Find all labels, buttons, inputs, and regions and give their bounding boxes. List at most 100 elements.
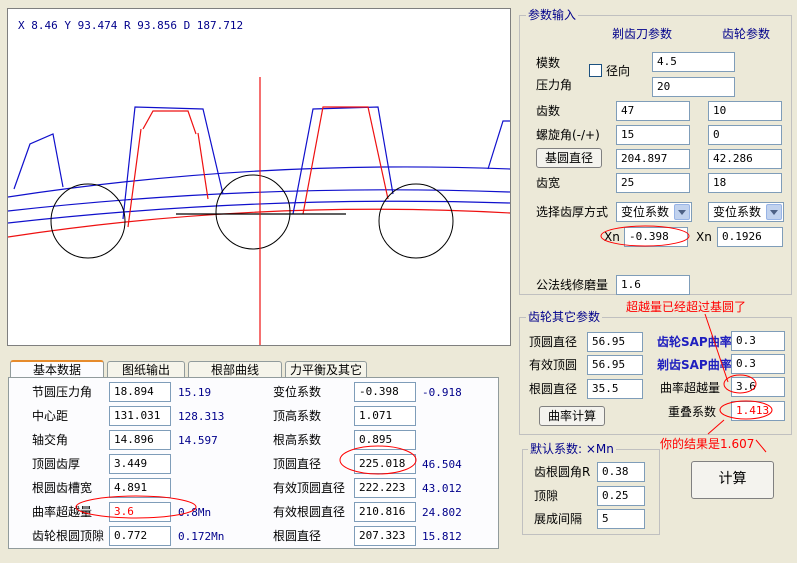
xn-cutter-field[interactable]: -0.398 bbox=[624, 227, 688, 247]
base-gear-field[interactable]: 42.286 bbox=[708, 149, 782, 169]
center-distance-label: 中心距 bbox=[32, 409, 69, 423]
annotation-tick-line bbox=[755, 439, 767, 453]
width-cutter-field[interactable]: 25 bbox=[616, 173, 690, 193]
tab-basic-data[interactable]: 基本数据 bbox=[10, 360, 104, 378]
base-diameter-button[interactable]: 基圆直径 bbox=[536, 148, 602, 168]
eff-tip-diameter-extra: 43.012 bbox=[422, 482, 462, 495]
eff-tip-diameter-field[interactable]: 222.223 bbox=[354, 478, 416, 498]
shaft-angle-extra: 14.597 bbox=[178, 434, 218, 447]
overlap-field[interactable]: 1.413 bbox=[731, 401, 785, 421]
thickness-cutter-select[interactable]: 变位系数 bbox=[616, 202, 692, 222]
root-fillet-label: 齿根圆角R bbox=[534, 465, 591, 479]
thickness-gear-select[interactable]: 变位系数 bbox=[708, 202, 784, 222]
center-distance-field[interactable]: 131.031 bbox=[109, 406, 171, 426]
overlap-label: 重叠系数 bbox=[668, 405, 717, 419]
overtravel-field[interactable]: 3.6 bbox=[731, 377, 785, 397]
gear-circle-right bbox=[378, 183, 454, 259]
tooth-center-left bbox=[122, 106, 224, 220]
curv-over-extra: 0.8Mn bbox=[178, 506, 212, 519]
defaults-title: 默认系数: ×Mn bbox=[528, 442, 616, 456]
gear-drawing-canvas[interactable]: X 8.46 Y 93.474 R 93.856 D 187.712 bbox=[7, 8, 511, 346]
chevron-down-icon[interactable] bbox=[674, 204, 690, 220]
width-gear-field[interactable]: 18 bbox=[708, 173, 782, 193]
teeth-label: 齿数 bbox=[536, 104, 561, 118]
pitch-pressure-field[interactable]: 18.894 bbox=[109, 382, 171, 402]
xn-cutter-label: Xn bbox=[604, 230, 620, 244]
shift-coef-label: 变位系数 bbox=[273, 385, 322, 399]
shift-coef-field[interactable]: -0.398 bbox=[354, 382, 416, 402]
root-clearance-field[interactable]: 0.772 bbox=[109, 526, 171, 546]
addendum-coef-field[interactable]: 1.071 bbox=[354, 406, 416, 426]
tooth-center-left-red bbox=[142, 110, 197, 135]
shaft-angle-label: 轴交角 bbox=[32, 433, 69, 447]
gear-sap-label: 齿轮SAP曲率 bbox=[657, 335, 732, 349]
tip-dia-label: 顶圆直径 bbox=[529, 335, 578, 349]
tab-force-balance[interactable]: 力平衡及其它 bbox=[285, 361, 367, 378]
root-diameter-label: 根圆直径 bbox=[273, 529, 322, 543]
pressure-angle-field[interactable]: 20 bbox=[652, 77, 735, 97]
calculate-button[interactable]: 计算 bbox=[691, 461, 774, 499]
gear-sap-field[interactable]: 0.3 bbox=[731, 331, 785, 351]
helix-gear-field[interactable]: 0 bbox=[708, 125, 782, 145]
dedendum-coef-field[interactable]: 0.895 bbox=[354, 430, 416, 450]
gear-mesh-plot bbox=[8, 77, 510, 345]
shaft-angle-field[interactable]: 14.896 bbox=[109, 430, 171, 450]
base-cutter-field[interactable]: 204.897 bbox=[616, 149, 690, 169]
radial-checkbox[interactable] bbox=[589, 64, 602, 77]
overtravel-label: 曲率超越量 bbox=[660, 381, 721, 395]
tab-root-curve[interactable]: 根部曲线 bbox=[188, 361, 282, 378]
tip-diameter-extra: 46.504 bbox=[422, 458, 462, 471]
root-dia-field[interactable]: 35.5 bbox=[587, 379, 643, 399]
curv-over-label: 曲率超越量 bbox=[32, 505, 93, 519]
pitch-pressure-extra: 15.19 bbox=[178, 386, 212, 399]
tab-drawing-output[interactable]: 图纸输出 bbox=[107, 361, 185, 378]
params-input-title: 参数输入 bbox=[526, 8, 579, 22]
eff-root-diameter-label: 有效根圆直径 bbox=[273, 505, 346, 519]
tip-diameter-label: 顶圆直径 bbox=[273, 457, 322, 471]
teeth-gear-field[interactable]: 10 bbox=[708, 101, 782, 121]
root-slot-field[interactable]: 4.891 bbox=[109, 478, 171, 498]
eff-root-diameter-field[interactable]: 210.816 bbox=[354, 502, 416, 522]
cutter-pitch-arc bbox=[8, 189, 510, 212]
root-dia-label: 根圆直径 bbox=[529, 382, 578, 396]
tip-diameter-field[interactable]: 225.018 bbox=[354, 454, 416, 474]
shift-coef-extra: -0.918 bbox=[422, 386, 462, 399]
coord-readout: X 8.46 Y 93.474 R 93.856 D 187.712 bbox=[18, 19, 244, 32]
center-distance-extra: 128.313 bbox=[178, 410, 225, 423]
root-fillet-field[interactable]: 0.38 bbox=[597, 462, 645, 482]
tip-dia-field[interactable]: 56.95 bbox=[587, 332, 643, 352]
tip-thickness-field[interactable]: 3.449 bbox=[109, 454, 171, 474]
curv-over-field[interactable]: 3.6 bbox=[109, 502, 171, 522]
xn-gear-field[interactable]: 0.1926 bbox=[717, 227, 783, 247]
thickness-gear-value: 变位系数 bbox=[713, 205, 762, 219]
gen-gap-field[interactable]: 5 bbox=[597, 509, 645, 529]
radial-label: 径向 bbox=[606, 64, 631, 78]
root-diameter-field[interactable]: 207.323 bbox=[354, 526, 416, 546]
col-cutter-header: 剃齿刀参数 bbox=[612, 27, 673, 41]
gear-circle-left bbox=[50, 183, 126, 259]
cutter-sap-field[interactable]: 0.3 bbox=[731, 354, 785, 374]
eff-tip-field[interactable]: 56.95 bbox=[587, 355, 643, 375]
normal-grind-field[interactable]: 1.6 bbox=[616, 275, 690, 295]
tip-thickness-label: 顶圆齿厚 bbox=[32, 457, 81, 471]
pressure-angle-label: 压力角 bbox=[536, 78, 573, 92]
gear-other-title: 齿轮其它参数 bbox=[526, 310, 603, 324]
chevron-down-icon[interactable] bbox=[766, 204, 782, 220]
curvature-calc-button[interactable]: 曲率计算 bbox=[539, 406, 605, 426]
module-field[interactable]: 4.5 bbox=[652, 52, 735, 72]
root-clearance-label: 齿轮根圆顶隙 bbox=[32, 529, 105, 543]
helix-cutter-field[interactable]: 15 bbox=[616, 125, 690, 145]
root-diameter-extra: 15.812 bbox=[422, 530, 462, 543]
tooth-left bbox=[13, 133, 64, 190]
xn-gear-label: Xn bbox=[696, 230, 712, 244]
clearance-field[interactable]: 0.25 bbox=[597, 486, 645, 506]
clearance-label: 顶隙 bbox=[534, 489, 559, 503]
eff-tip-label: 有效顶圆 bbox=[529, 358, 578, 372]
tooth-center-right bbox=[292, 106, 394, 215]
helix-label: 螺旋角(-/+) bbox=[536, 128, 600, 142]
teeth-cutter-field[interactable]: 47 bbox=[616, 101, 690, 121]
pitch-pressure-label: 节圆压力角 bbox=[32, 385, 93, 399]
thickness-cutter-value: 变位系数 bbox=[621, 205, 670, 219]
thickness-method-label: 选择齿厚方式 bbox=[536, 205, 609, 219]
tooth-right bbox=[487, 120, 510, 170]
